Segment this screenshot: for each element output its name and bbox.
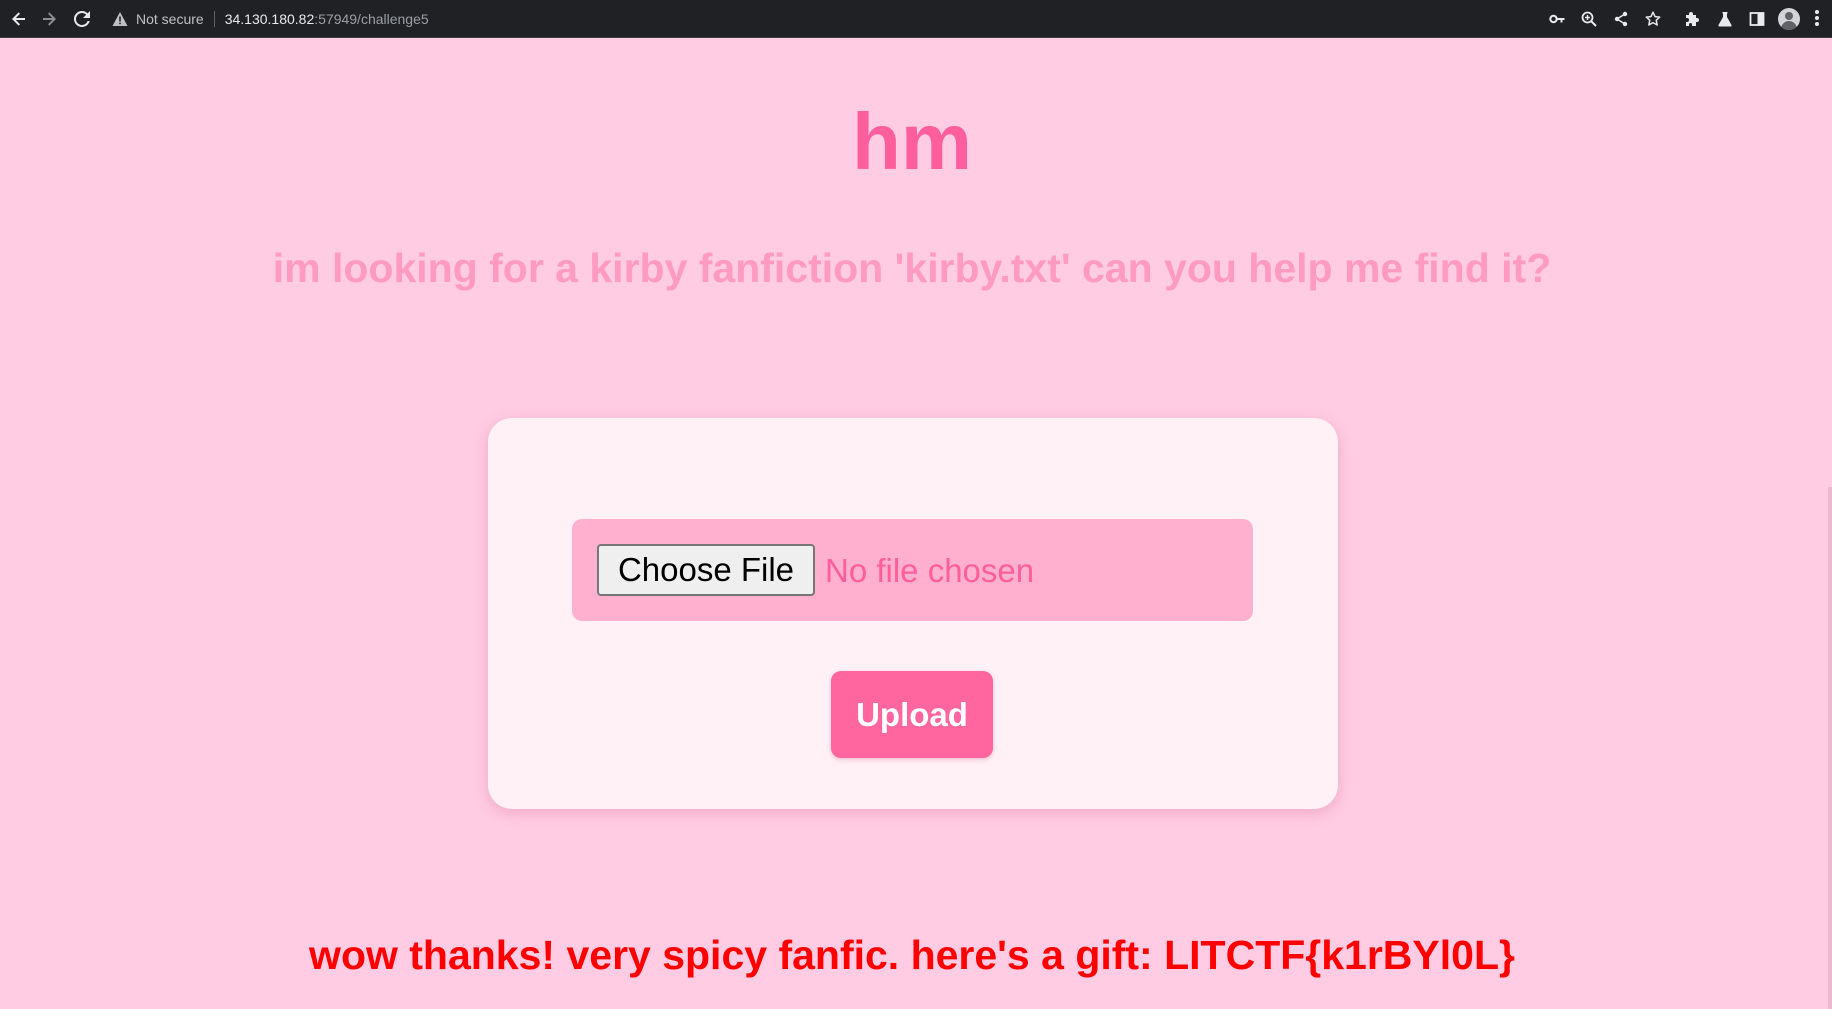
browser-toolbar: Not secure 34.130.180.82:57949/challenge…	[0, 0, 1832, 38]
zoom-icon[interactable]	[1578, 8, 1600, 30]
warning-icon	[112, 12, 128, 26]
upload-button[interactable]: Upload	[831, 671, 993, 758]
reload-icon[interactable]	[71, 8, 93, 30]
page-title: hm	[852, 97, 972, 186]
back-icon[interactable]	[8, 8, 30, 30]
labs-icon[interactable]	[1714, 8, 1736, 30]
menu-icon[interactable]	[1812, 8, 1822, 30]
file-input[interactable]: Choose File No file chosen	[572, 519, 1253, 621]
security-status[interactable]: Not secure	[136, 11, 204, 27]
share-icon[interactable]	[1610, 8, 1632, 30]
upload-card: Choose File No file chosen Upload	[488, 418, 1338, 809]
url-host: 34.130.180.82	[224, 11, 315, 27]
address-separator	[213, 11, 215, 27]
scrollbar[interactable]	[1828, 487, 1832, 1009]
extensions-icon[interactable]	[1682, 8, 1704, 30]
page-subtitle: im looking for a kirby fanfiction 'kirby…	[272, 245, 1552, 291]
result-message: wow thanks! very spicy fanfic. here's a …	[309, 932, 1515, 978]
key-icon[interactable]	[1546, 8, 1568, 30]
forward-icon[interactable]	[38, 8, 60, 30]
file-status-text: No file chosen	[825, 552, 1035, 589]
side-panel-icon[interactable]	[1746, 8, 1768, 30]
choose-file-button[interactable]: Choose File	[597, 544, 815, 596]
address-bar[interactable]: Not secure 34.130.180.82:57949/challenge…	[112, 6, 1512, 32]
profile-icon[interactable]	[1778, 8, 1800, 30]
url-path: :57949/challenge5	[314, 11, 429, 27]
star-icon[interactable]	[1642, 8, 1664, 30]
